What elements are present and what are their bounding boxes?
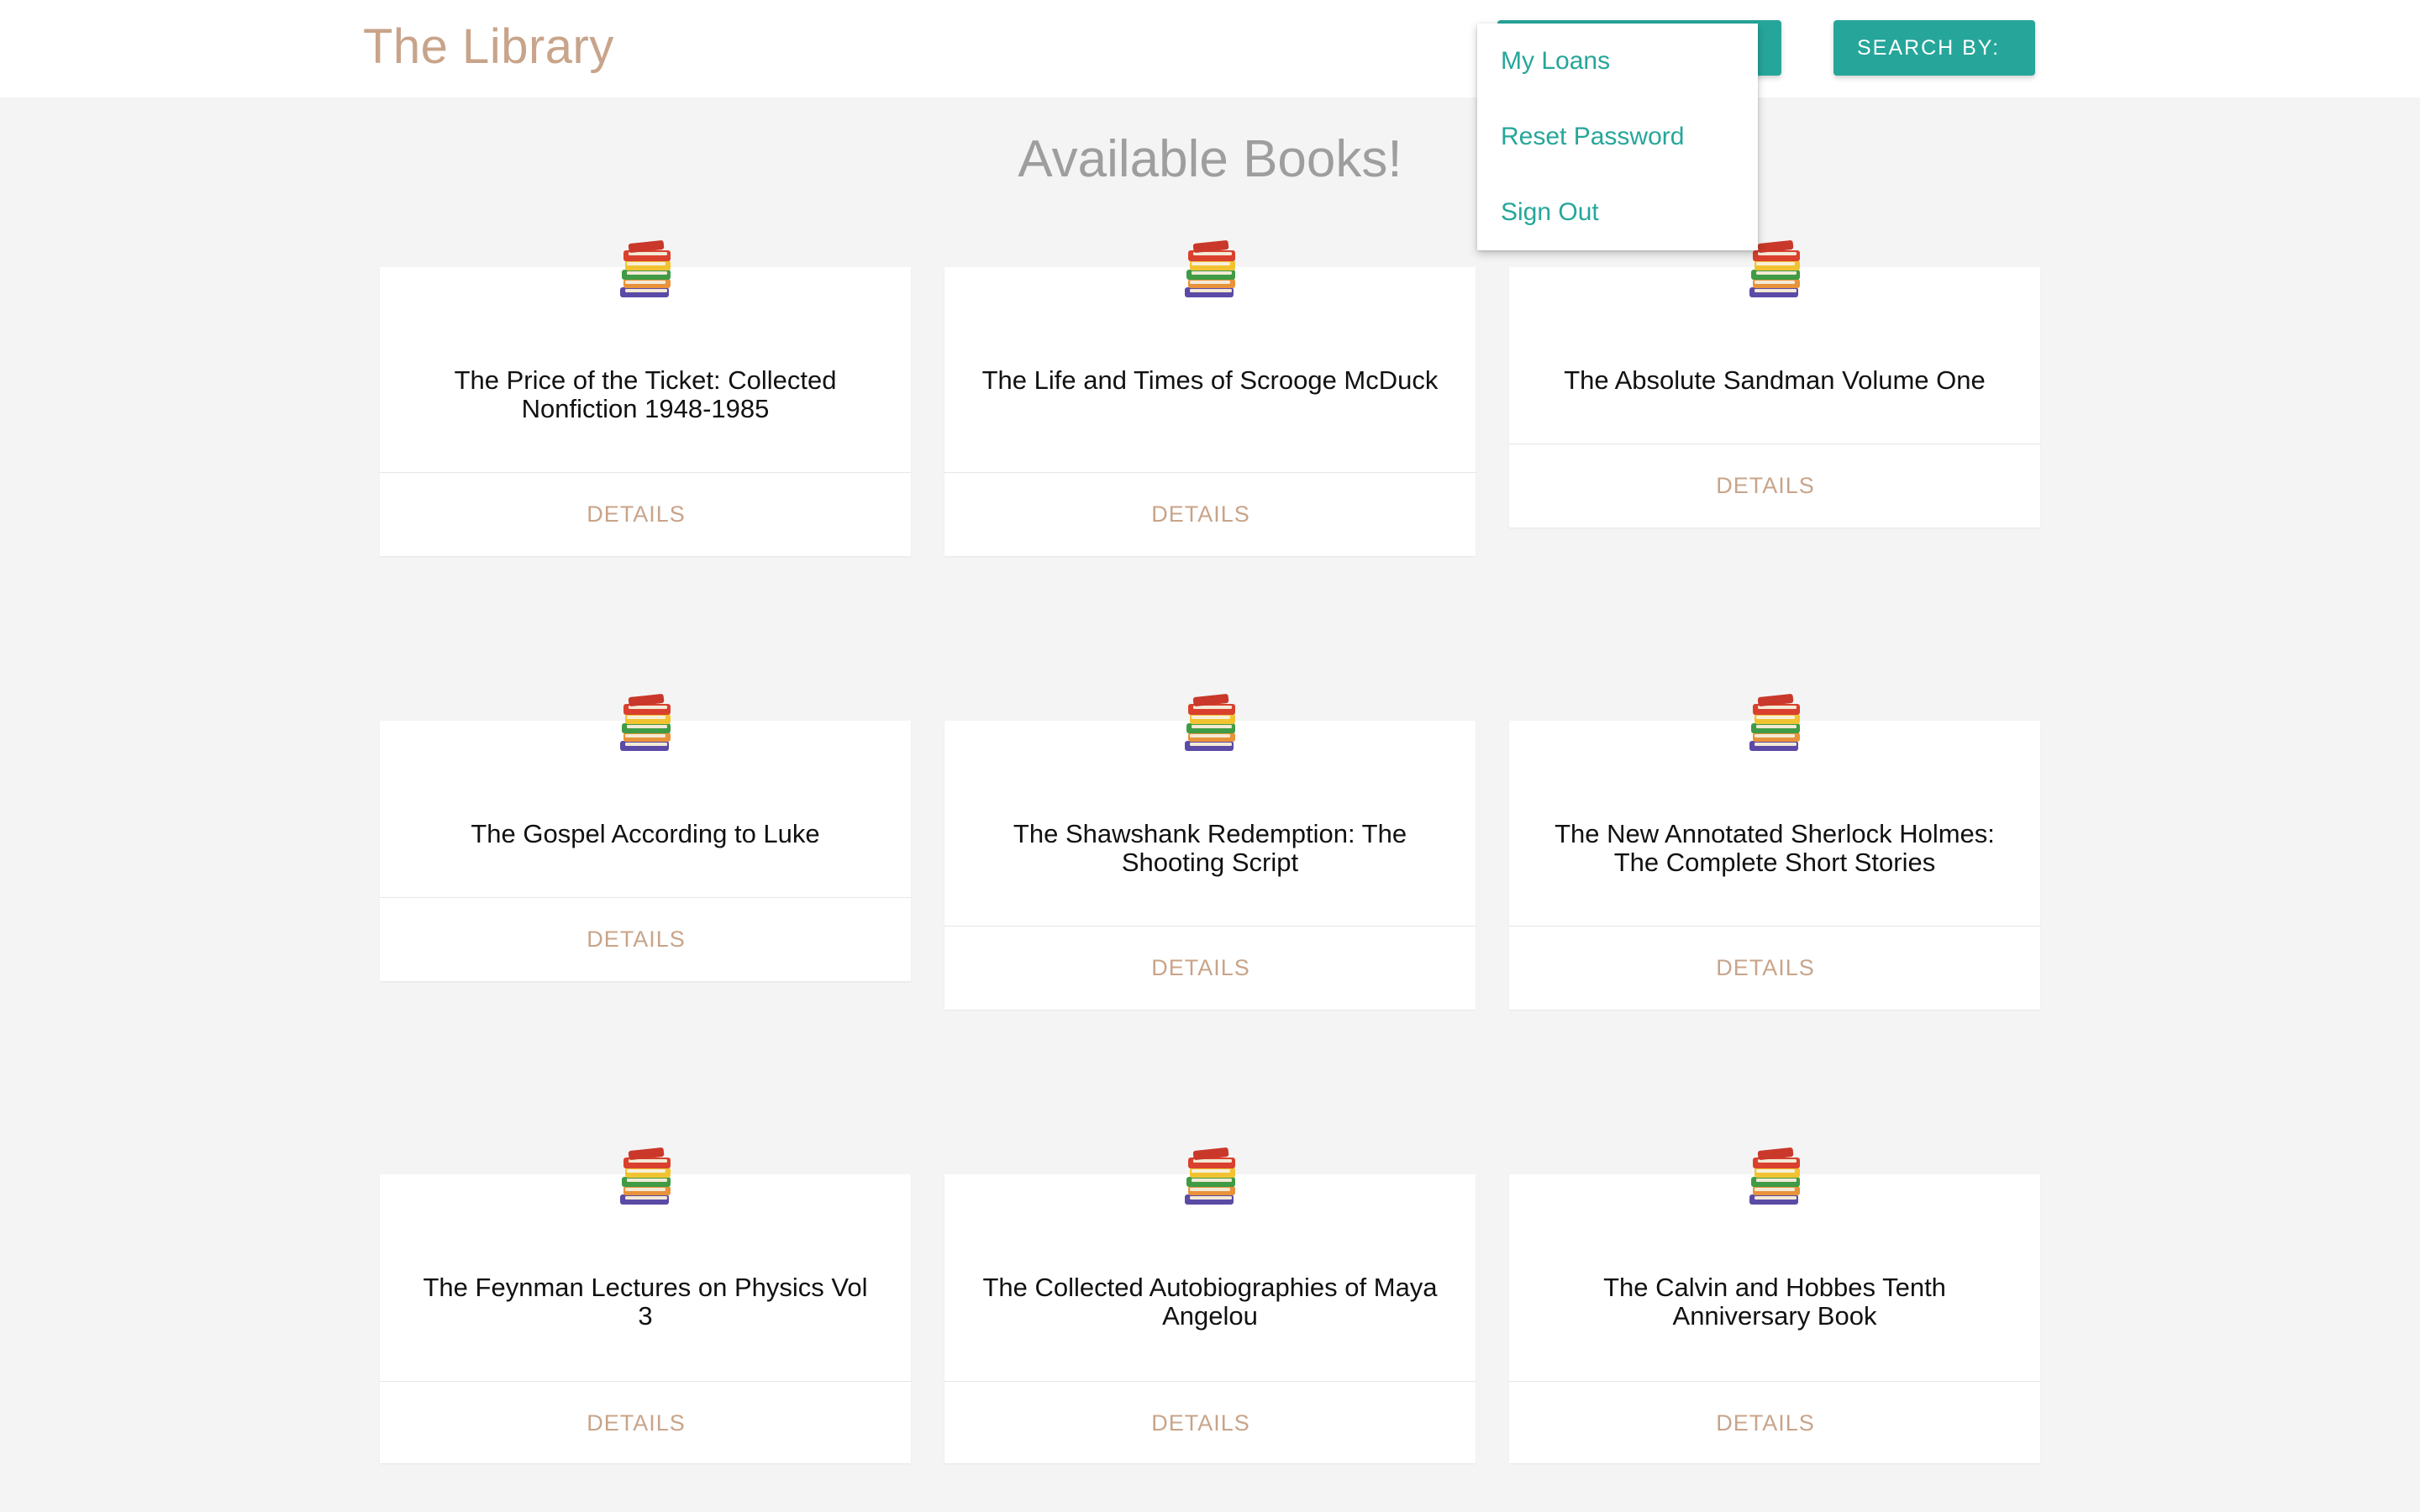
- details-button[interactable]: DETAILS: [380, 1381, 911, 1463]
- book-title: The Feynman Lectures on Physics Vol 3: [423, 1273, 868, 1331]
- books-icon: [620, 1147, 671, 1205]
- book-title: The Absolute Sandman Volume One: [1564, 365, 1986, 395]
- book-title: The Collected Autobiographies of Maya An…: [982, 1273, 1438, 1331]
- details-button[interactable]: DETAILS: [380, 472, 911, 554]
- details-button[interactable]: DETAILS: [1509, 444, 2040, 526]
- menu-item-reset-password[interactable]: Reset Password: [1477, 99, 1758, 175]
- book-card: The Life and Times of Scrooge McDuck DET…: [944, 239, 1476, 556]
- details-button[interactable]: DETAILS: [1509, 926, 2040, 1008]
- books-icon: [1749, 1147, 1800, 1205]
- brand-logo[interactable]: The Library: [363, 18, 614, 75]
- navbar: The Library SEARCH BY:: [0, 0, 2420, 97]
- books-icon: [1185, 1147, 1235, 1205]
- book-title: The Gospel According to Luke: [471, 819, 820, 848]
- book-title: The Calvin and Hobbes Tenth Anniversary …: [1603, 1273, 1946, 1331]
- book-card: The Feynman Lectures on Physics Vol 3 DE…: [380, 1147, 911, 1463]
- book-title: The Shawshank Redemption: The Shooting S…: [1013, 819, 1407, 877]
- book-title: The New Annotated Sherlock Holmes: The C…: [1555, 819, 1995, 877]
- book-card: The Gospel According to Luke DETAILS: [380, 693, 911, 981]
- book-card: The Shawshank Redemption: The Shooting S…: [944, 693, 1476, 1010]
- book-card: The Price of the Ticket: Collected Nonfi…: [380, 239, 911, 556]
- books-icon: [1749, 693, 1800, 751]
- details-button[interactable]: DETAILS: [944, 926, 1476, 1008]
- books-icon: [620, 693, 671, 751]
- account-dropdown: My Loans Reset Password Sign Out: [1477, 24, 1758, 250]
- details-button[interactable]: DETAILS: [944, 1381, 1476, 1463]
- book-title: The Price of the Ticket: Collected Nonfi…: [454, 365, 837, 423]
- search-by-button[interactable]: SEARCH BY:: [1833, 20, 2035, 76]
- page-title: Available Books!: [1018, 130, 1402, 188]
- book-card: The Calvin and Hobbes Tenth Anniversary …: [1509, 1147, 2040, 1463]
- details-button[interactable]: DETAILS: [944, 472, 1476, 554]
- menu-item-sign-out[interactable]: Sign Out: [1477, 175, 1758, 250]
- book-card: The Collected Autobiographies of Maya An…: [944, 1147, 1476, 1463]
- details-button[interactable]: DETAILS: [380, 897, 911, 979]
- book-card: The Absolute Sandman Volume One DETAILS: [1509, 239, 2040, 528]
- details-button[interactable]: DETAILS: [1509, 1381, 2040, 1463]
- menu-item-my-loans[interactable]: My Loans: [1477, 24, 1758, 99]
- books-icon: [620, 239, 671, 297]
- books-icon: [1185, 239, 1235, 297]
- book-title: The Life and Times of Scrooge McDuck: [981, 365, 1439, 395]
- books-icon: [1185, 693, 1235, 751]
- book-card: The New Annotated Sherlock Holmes: The C…: [1509, 693, 2040, 1010]
